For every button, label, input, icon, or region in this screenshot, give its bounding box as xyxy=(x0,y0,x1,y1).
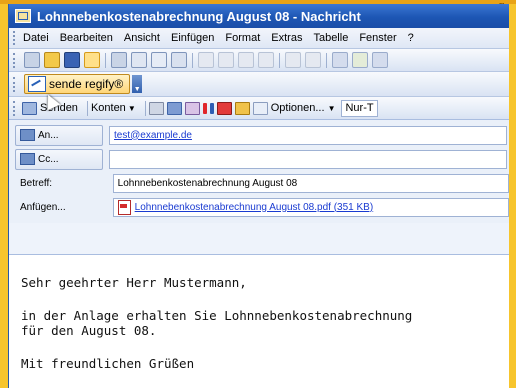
options-icon xyxy=(252,101,268,115)
subject-label: Betreff: xyxy=(20,177,53,189)
columns-icon[interactable] xyxy=(372,52,388,68)
body-closing: Mit freundlichen Grüßen xyxy=(21,356,195,371)
redo-icon[interactable] xyxy=(305,52,321,68)
accounts-button[interactable]: Konten ▼ xyxy=(91,102,136,114)
toolbar-separator xyxy=(326,52,327,68)
cc-button[interactable]: Cc... xyxy=(15,148,103,170)
attach-file-icon[interactable] xyxy=(148,101,164,115)
message-headers: An... test@example.de Cc... Betreff: Loh… xyxy=(9,120,509,223)
menu-einfuegen[interactable]: Einfügen xyxy=(171,32,214,44)
subject-field[interactable]: Lohnnebenkostenabrechnung August 08 xyxy=(112,173,509,193)
message-window: Lohnnebenkostenabrechnung August 08 - Na… xyxy=(8,4,509,388)
high-importance-icon[interactable] xyxy=(202,102,207,114)
print-icon[interactable] xyxy=(111,52,127,68)
menu-datei[interactable]: Datei xyxy=(23,32,49,44)
attachment-row: Anfügen... Lohnnebenkostenabrechnung Aug… xyxy=(9,195,509,219)
attachment-field[interactable]: Lohnnebenkostenabrechnung August 08.pdf … xyxy=(112,197,509,217)
new-icon[interactable] xyxy=(24,52,40,68)
subject-row: Betreff: Lohnnebenkostenabrechnung Augus… xyxy=(9,171,509,195)
to-row: An... test@example.de xyxy=(9,123,509,147)
regify-dropdown-arrow-icon[interactable]: ▼ xyxy=(132,75,143,93)
window-title: Lohnnebenkostenabrechnung August 08 - Na… xyxy=(37,8,361,24)
options-label: Optionen... xyxy=(270,102,325,114)
options-dropdown-icon: ▼ xyxy=(327,103,336,113)
cut-icon[interactable] xyxy=(198,52,214,68)
message-app-icon xyxy=(15,9,31,23)
check-names-icon[interactable] xyxy=(184,101,200,115)
toolbar-separator xyxy=(86,100,88,116)
research-icon[interactable] xyxy=(171,52,187,68)
accounts-dropdown-icon: ▼ xyxy=(127,103,136,113)
accounts-label: Konten xyxy=(90,102,126,114)
address-book-icon xyxy=(20,153,35,165)
to-field[interactable]: test@example.de xyxy=(109,125,507,145)
cc-field[interactable] xyxy=(109,149,507,169)
permission-icon[interactable] xyxy=(84,52,100,68)
menu-tabelle[interactable]: Tabelle xyxy=(313,32,348,44)
standard-toolbar xyxy=(9,49,509,72)
menu-extras[interactable]: Extras xyxy=(271,32,302,44)
message-toolbar: Senden Konten ▼ Optionen... ▼ Nur-T xyxy=(9,97,509,120)
hyperlink-icon[interactable] xyxy=(332,52,348,68)
options-button[interactable]: Optionen... ▼ xyxy=(252,101,336,115)
menu-ansicht[interactable]: Ansicht xyxy=(124,32,160,44)
attach-label[interactable]: Anfügen... xyxy=(15,197,107,218)
send-icon xyxy=(22,101,37,115)
menu-fenster[interactable]: Fenster xyxy=(359,32,396,44)
toolbar-grip-icon xyxy=(13,76,18,92)
body-line-1: in der Anlage erhalten Sie Lohnnebenkost… xyxy=(21,308,413,323)
toolbar-grip-icon xyxy=(13,52,18,68)
toolbar-separator xyxy=(144,100,146,116)
menu-bar: Datei Bearbeiten Ansicht Einfügen Format… xyxy=(9,28,509,49)
menu-grip-icon xyxy=(13,31,18,45)
toolbar-separator xyxy=(279,52,280,68)
send-regify-label: sende regify® xyxy=(49,77,124,91)
regify-toolbar: sende regify® ▼ xyxy=(9,72,509,97)
undo-icon[interactable] xyxy=(285,52,301,68)
open-folder-icon[interactable] xyxy=(44,52,60,68)
body-line-2: für den August 08. xyxy=(21,323,157,338)
tables-icon[interactable] xyxy=(352,52,368,68)
paste-icon[interactable] xyxy=(238,52,254,68)
to-recipient[interactable]: test@example.de xyxy=(114,130,192,141)
pdf-file-icon xyxy=(117,199,131,215)
to-button[interactable]: An... xyxy=(15,124,103,146)
attachment-file[interactable]: Lohnnebenkostenabrechnung August 08.pdf … xyxy=(135,202,374,213)
send-regify-button[interactable]: sende regify® xyxy=(24,74,131,94)
toolbar-separator xyxy=(192,52,193,68)
permission-icon[interactable] xyxy=(234,101,250,115)
spelling-icon[interactable] xyxy=(151,52,167,68)
toolbar-separator xyxy=(105,52,106,68)
format-painter-icon[interactable] xyxy=(258,52,274,68)
low-importance-icon[interactable] xyxy=(209,102,214,114)
toolbar-grip-icon xyxy=(13,100,18,116)
regify-icon xyxy=(28,76,46,92)
follow-up-flag-icon[interactable] xyxy=(216,101,232,115)
cc-label: Cc... xyxy=(38,153,59,165)
menu-help[interactable]: ? xyxy=(408,32,414,44)
format-select-value: Nur-T xyxy=(345,102,374,114)
address-book-icon xyxy=(20,129,35,141)
format-select[interactable]: Nur-T xyxy=(341,99,378,117)
body-greeting: Sehr geehrter Herr Mustermann, xyxy=(21,275,247,290)
to-label: An... xyxy=(38,129,59,141)
title-bar: Lohnnebenkostenabrechnung August 08 - Na… xyxy=(9,4,509,28)
print-preview-icon[interactable] xyxy=(131,52,147,68)
subject-value: Lohnnebenkostenabrechnung August 08 xyxy=(117,177,298,189)
menu-bearbeiten[interactable]: Bearbeiten xyxy=(60,32,113,44)
save-icon[interactable] xyxy=(64,52,80,68)
menu-format[interactable]: Format xyxy=(225,32,260,44)
cc-row: Cc... xyxy=(9,147,509,171)
address-book-icon[interactable] xyxy=(166,101,182,115)
message-body[interactable]: Sehr geehrter Herr Mustermann, in der An… xyxy=(9,254,509,388)
copy-icon[interactable] xyxy=(218,52,234,68)
